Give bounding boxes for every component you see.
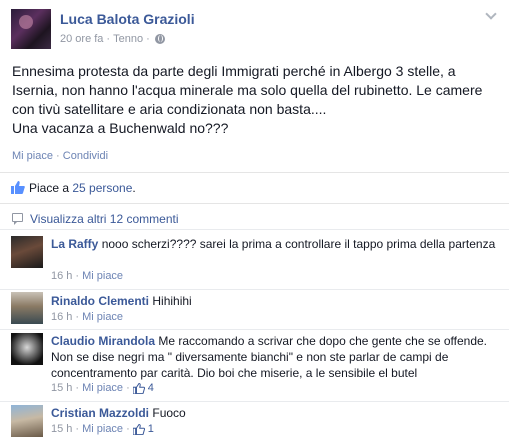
comment-like-button[interactable]: Mi piace — [82, 311, 123, 323]
comment-meta: 16 h · Mi piace — [51, 311, 123, 323]
meta-separator: · — [126, 382, 130, 394]
meta-separator: · — [75, 270, 80, 282]
comment-time[interactable]: 15 h — [51, 423, 72, 435]
author-avatar[interactable] — [11, 9, 51, 49]
comment-text: Hihihihi — [152, 294, 192, 308]
meta-separator: · — [75, 382, 80, 394]
thumbs-up-icon — [11, 181, 25, 194]
view-more-comments-link[interactable]: Visualizza altri 12 commenti — [30, 212, 179, 226]
comment-like-count[interactable]: 1 — [148, 423, 154, 435]
comment-body: Rinaldo Clementi Hihihihi — [51, 293, 496, 309]
post-text-line: Una vacanza a Buchenwald no??? — [12, 120, 229, 136]
meta-separator: · — [75, 423, 80, 435]
commenter-avatar[interactable] — [11, 292, 43, 324]
comment-meta: 15 h · Mi piace · 1 — [51, 423, 154, 435]
post-meta: 20 ore fa · Tenno · — [60, 33, 165, 45]
share-button[interactable]: Condividi — [63, 150, 108, 162]
comment-body: Claudio Mirandola Me raccomando a scriva… — [51, 333, 496, 381]
likes-prefix: Piace a — [29, 181, 73, 195]
commenter-avatar[interactable] — [11, 236, 43, 268]
comment-like-button[interactable]: Mi piace — [82, 382, 123, 394]
comment-meta: 16 h · Mi piace — [51, 270, 123, 282]
comment-like-button[interactable]: Mi piace — [82, 423, 123, 435]
post-text-line: Isernia, non hanno l'acqua minerale ma s… — [12, 82, 483, 98]
post-author-name[interactable]: Luca Balota Grazioli — [60, 11, 195, 27]
like-button[interactable]: Mi piace — [12, 150, 53, 162]
post-text: Ennesima protesta da parte degli Immigra… — [12, 62, 492, 138]
meta-separator: · — [106, 33, 111, 45]
comment-text: Fuoco — [152, 406, 186, 420]
commenter-name[interactable]: Rinaldo Clementi — [51, 294, 149, 308]
comment-body: La Raffy nooo scherzi???? sarei la prima… — [51, 236, 496, 252]
comment-time[interactable]: 16 h — [51, 270, 72, 282]
comment-like-count[interactable]: 4 — [148, 382, 154, 394]
thumbs-up-icon — [132, 382, 145, 394]
post-text-line: Ennesima protesta da parte degli Immigra… — [12, 63, 456, 79]
likes-summary: Piace a 25 persone. — [29, 181, 136, 195]
likes-count-link[interactable]: 25 persone — [72, 181, 132, 195]
meta-separator: · — [75, 311, 80, 323]
post-text-line: con tivù satellitare e aria condizionata… — [12, 101, 327, 117]
action-separator: · — [56, 150, 60, 162]
commenter-name[interactable]: Cristian Mazzoldi — [51, 406, 149, 420]
commenter-avatar[interactable] — [11, 333, 43, 365]
commenter-name[interactable]: La Raffy — [51, 237, 98, 251]
post-time[interactable]: 20 ore fa — [60, 33, 103, 45]
comment-like-button[interactable]: Mi piace — [82, 270, 123, 282]
meta-separator: · — [146, 33, 150, 45]
comment-bubble-icon — [12, 213, 23, 225]
comment-time[interactable]: 15 h — [51, 382, 72, 394]
post-location: Tenno — [113, 33, 144, 45]
chevron-down-icon[interactable] — [485, 10, 497, 22]
meta-separator: · — [126, 423, 130, 435]
commenter-name[interactable]: Claudio Mirandola — [51, 334, 155, 348]
comment-meta: 15 h · Mi piace · 4 — [51, 382, 154, 394]
more-comments-divider — [0, 203, 509, 204]
comment-text: nooo scherzi???? sarei la prima a contro… — [101, 237, 496, 251]
thumbs-up-icon — [132, 423, 145, 435]
likes-suffix: . — [132, 181, 136, 195]
comment-body: Cristian Mazzoldi Fuoco — [51, 405, 496, 421]
comment-time[interactable]: 16 h — [51, 311, 72, 323]
globe-icon — [154, 34, 165, 44]
commenter-avatar[interactable] — [11, 405, 43, 437]
post-actions: Mi piace · Condividi — [12, 150, 108, 162]
